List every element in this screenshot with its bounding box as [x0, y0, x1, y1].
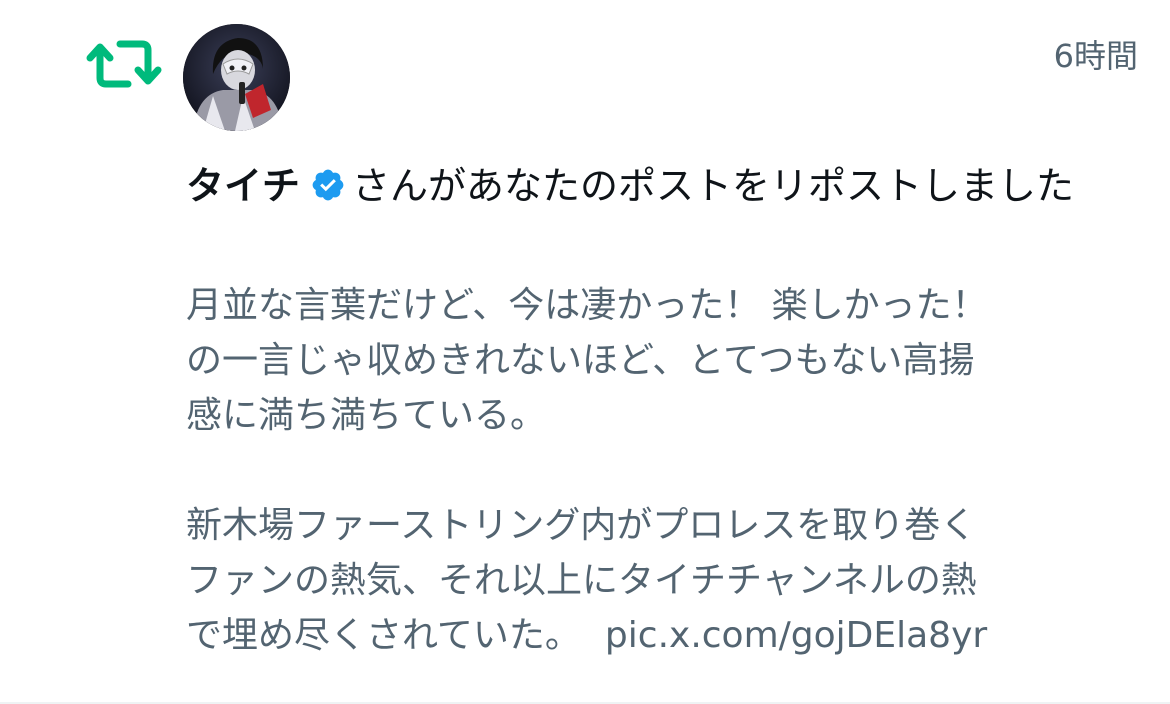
- post-line: 新木場ファーストリング内がプロレスを取り巻く: [186, 505, 977, 546]
- post-line: の一言じゃ収めきれないほど、とてつもない高揚: [186, 340, 975, 381]
- post-line: で埋め尽くされていた。: [186, 615, 581, 656]
- timestamp: 6時間: [1053, 37, 1138, 75]
- post-line: 感に満ち満ちている。: [186, 395, 547, 436]
- post-line-last: で埋め尽くされていた。 pic.x.com/gojDEla8yr: [186, 608, 1126, 663]
- post-line: ファンの熱気、それ以上にタイチチャンネルの熱: [186, 560, 977, 601]
- notification-headline: タイチ さんがあなたのポストをリポストしました: [186, 158, 1126, 214]
- repost-icon: [86, 40, 162, 88]
- repost-notification[interactable]: 6時間 タイチ さんがあなたのポストをリポストしました 月並な言葉だけど、今は凄…: [0, 0, 1170, 704]
- avatar-image: [183, 24, 290, 131]
- pic-link[interactable]: pic.x.com/gojDEla8yr: [605, 615, 987, 656]
- post-line: 月並な言葉だけど、今は凄かった！ 楽しかった！: [186, 285, 988, 326]
- avatar[interactable]: [183, 24, 290, 131]
- action-text: さんがあなたのポストをリポストしました: [352, 164, 1075, 208]
- verified-badge-icon: [312, 169, 344, 201]
- author-name[interactable]: タイチ: [186, 164, 300, 208]
- post-text: 月並な言葉だけど、今は凄かった！ 楽しかった！ の一言じゃ収めきれないほど、とて…: [186, 278, 1126, 663]
